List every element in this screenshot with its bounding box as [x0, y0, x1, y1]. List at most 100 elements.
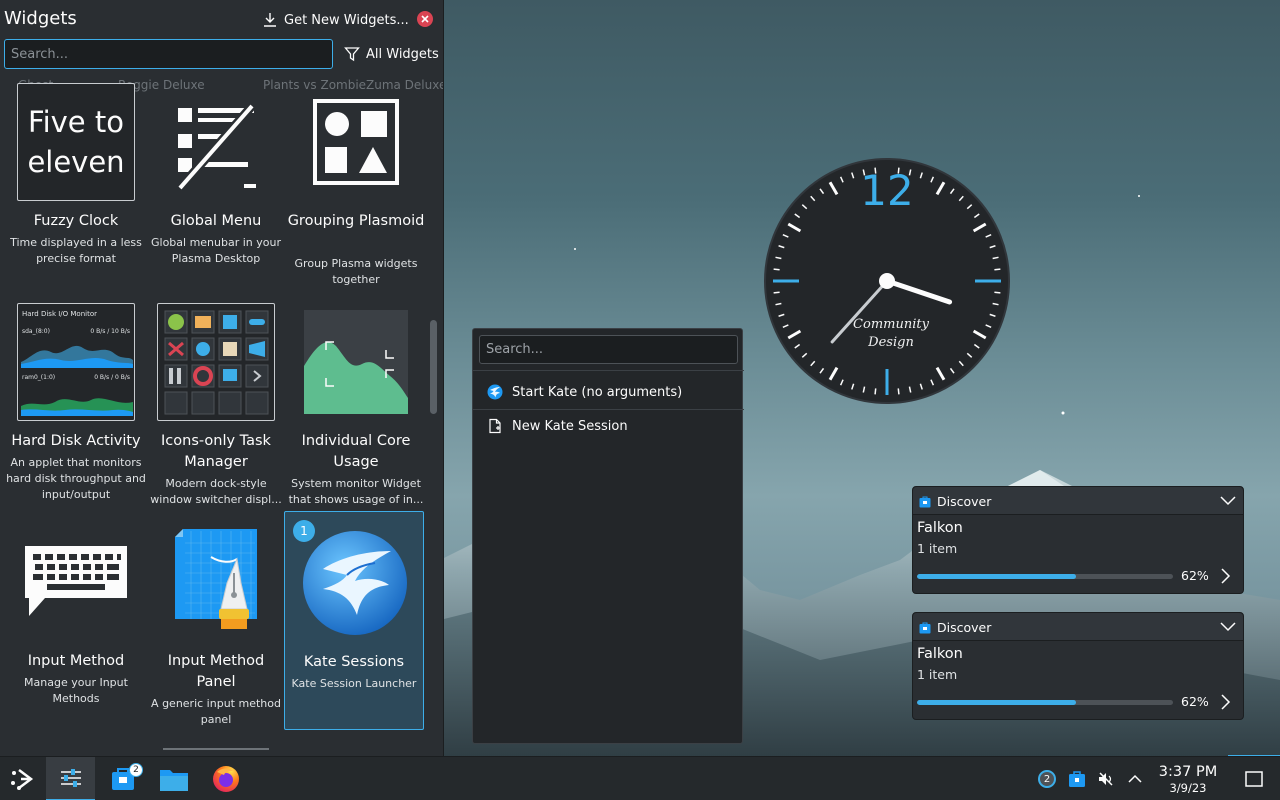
discover-app-icon: [919, 496, 931, 508]
global-menu-icon: [157, 83, 275, 201]
hdd-thumb-row1-value: 0 B/s / 10 B/s: [90, 328, 130, 335]
widget-name: Individual Core Usage: [301, 433, 411, 470]
grouping-plasmoid-icon: [297, 83, 415, 201]
notification-discover-2[interactable]: Discover Falkon 1 item 62%: [912, 612, 1244, 720]
widget-tile-hard-disk-activity[interactable]: Hard Disk I/O Monitor sda_(8:0) 0 B/s / …: [6, 303, 146, 503]
widget-name: Fuzzy Clock: [33, 213, 119, 229]
analog-clock-widget[interactable]: 12 Community Design: [764, 158, 1010, 404]
chevron-up-icon: [1128, 774, 1142, 783]
hdd-thumb-row1-label: sda_(8:0): [22, 328, 50, 335]
widget-tile-icons-only-task-manager[interactable]: Icons-only Task Manager Modern dock-styl…: [146, 303, 286, 513]
clock-tick: [773, 291, 780, 294]
widget-tile-kate-sessions[interactable]: 1 Kate Sessions Kate Session Launcher: [284, 511, 424, 730]
widget-tile-fuzzy-clock[interactable]: Five to eleven Fuzzy Clock Time displaye…: [6, 83, 146, 283]
widget-name: Hard Disk Activity: [11, 433, 141, 449]
hdd-thumb-row2-value: 0 B/s / 0 B/s: [94, 374, 130, 381]
clock-tick: [994, 268, 1001, 271]
widget-grid: Five to eleven Fuzzy Clock Time displaye…: [0, 0, 428, 756]
clock-tick: [773, 268, 780, 271]
start-kate-item[interactable]: Start Kate (no arguments): [487, 381, 682, 403]
new-kate-session-label: New Kate Session: [512, 418, 628, 434]
show-desktop-icon: [1245, 771, 1263, 787]
new-document-icon: [489, 418, 501, 434]
chevron-down-icon[interactable]: [1219, 621, 1237, 633]
hdd-graph-1: [21, 345, 133, 368]
taskbar-firefox-button[interactable]: [204, 757, 248, 800]
tray-expand-button[interactable]: [1124, 757, 1146, 800]
notification-progress-label: 62%: [1181, 694, 1209, 709]
core-usage-thumbnail: [297, 303, 415, 421]
widget-name: Input Method Panel: [167, 653, 265, 690]
widget-tile-grouping-plasmoid[interactable]: Grouping Plasmoid Group Plasma widgets t…: [286, 83, 426, 293]
notification-title: Falkon: [917, 646, 963, 662]
notification-progress-label: 62%: [1181, 568, 1209, 583]
notification-discover-1[interactable]: Discover Falkon 1 item 62%: [912, 486, 1244, 594]
widget-name: Global Menu: [170, 213, 262, 229]
notification-title: Falkon: [917, 520, 963, 536]
clock-center-pin: [879, 273, 895, 289]
widget-description: System monitor Widget that shows usage o…: [288, 477, 424, 506]
widget-grid-scrollbar[interactable]: [430, 320, 437, 414]
instance-count-badge: 1: [293, 520, 315, 542]
new-kate-session-item[interactable]: New Kate Session: [487, 415, 628, 437]
clock-brand-line1: Community: [853, 317, 930, 332]
widget-tile-input-method-panel[interactable]: Input Method Panel A generic input metho…: [146, 523, 286, 733]
task-manager-thumbnail: [157, 303, 275, 421]
kate-session-search-input[interactable]: [479, 335, 738, 364]
widget-description: Kate Session Launcher: [291, 677, 417, 690]
widget-tile-individual-core-usage[interactable]: Individual Core Usage System monitor Wid…: [286, 303, 426, 513]
widget-name: Input Method: [27, 653, 125, 669]
taskbar-file-manager-button[interactable]: [152, 757, 196, 800]
show-desktop-button[interactable]: [1240, 757, 1268, 800]
notification-progress-fill: [917, 574, 1076, 579]
widget-name: Grouping Plasmoid: [287, 213, 425, 229]
next-row-peek: [163, 748, 269, 754]
taskbar-widget-explorer-button[interactable]: [46, 757, 95, 800]
notification-progress-bar: [917, 574, 1173, 579]
tray-discover-updates[interactable]: [1066, 757, 1088, 800]
keyboard-icon: [17, 523, 135, 641]
pen-nib-icon: [157, 523, 275, 641]
notification-progress-fill: [917, 700, 1076, 705]
kde-launcher-icon: [11, 769, 34, 790]
clock-brand-line2: Design: [867, 335, 914, 350]
widget-tile-input-method[interactable]: Input Method Manage your Input Methods: [6, 523, 146, 723]
application-launcher-button[interactable]: [0, 757, 44, 800]
kate-sessions-popup: Start Kate (no arguments) New Kate Sessi…: [472, 328, 744, 744]
widget-name: Icons-only Task Manager: [161, 433, 271, 470]
notification-app-name: Discover: [937, 494, 992, 509]
popup-divider: [473, 370, 744, 371]
widget-tile-global-menu[interactable]: Global Menu Global menubar in your Plasm…: [146, 83, 286, 283]
updates-icon: [1069, 771, 1085, 787]
chevron-right-icon[interactable]: [1219, 693, 1233, 711]
clock-twelve-numeral: 12: [860, 166, 913, 215]
widget-description: Group Plasma widgets together: [294, 257, 418, 286]
chevron-down-icon[interactable]: [1219, 495, 1237, 507]
popup-divider: [473, 409, 744, 410]
fuzzy-clock-preview-text: Five to eleven: [27, 105, 125, 179]
notification-app-name: Discover: [937, 620, 992, 635]
hard-disk-thumbnail: Hard Disk I/O Monitor sda_(8:0) 0 B/s / …: [17, 303, 135, 421]
tray-volume-button[interactable]: [1095, 757, 1117, 800]
widget-description: Time displayed in a less precise format: [10, 236, 142, 265]
folder-icon: [160, 770, 188, 791]
notification-subtitle: 1 item: [917, 541, 958, 556]
volume-muted-icon: [1099, 772, 1113, 786]
discover-app-icon: [919, 622, 931, 634]
widgets-explorer-panel: Widgets Get New Widgets... All Widgets G…: [0, 0, 444, 756]
fuzzy-clock-thumbnail: Five to eleven: [17, 83, 135, 201]
firefox-icon: [213, 766, 239, 792]
hdd-graph-2: [21, 398, 133, 416]
clock-time: 3:37 PM: [1158, 764, 1218, 780]
sliders-icon: [60, 769, 81, 787]
clock-date: 3/9/23: [1169, 781, 1207, 795]
start-kate-label: Start Kate (no arguments): [512, 384, 683, 400]
widget-description: Manage your Input Methods: [24, 676, 128, 705]
widget-name: Kate Sessions: [303, 654, 405, 670]
tray-notification-count[interactable]: 2: [1038, 770, 1056, 788]
chevron-right-icon[interactable]: [1219, 567, 1233, 585]
taskbar: 2 2 3:37 PM 3/9/23: [0, 756, 1280, 800]
notification-progress-bar: [917, 700, 1173, 705]
widget-description: Global menubar in your Plasma Desktop: [150, 236, 281, 265]
clock-tick: [897, 388, 900, 395]
